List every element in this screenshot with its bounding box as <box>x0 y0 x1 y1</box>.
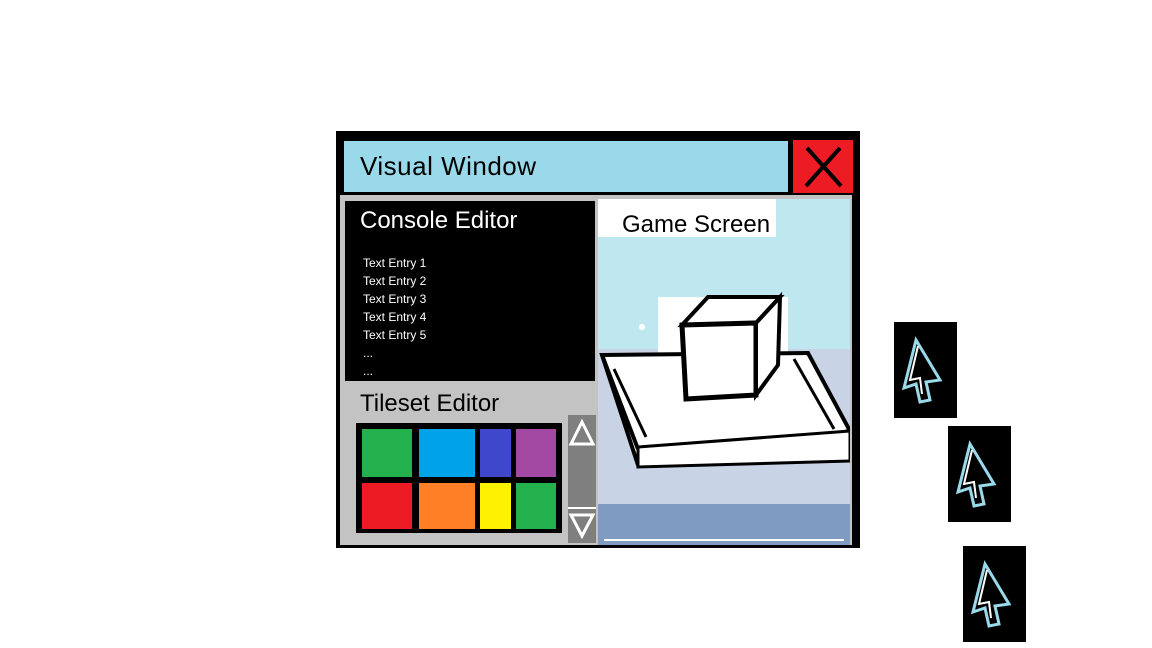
arrow-up-icon <box>568 418 596 446</box>
arrow-down-icon <box>568 507 596 540</box>
tile-swatch[interactable] <box>362 429 412 477</box>
scroll-up-button[interactable] <box>568 417 596 449</box>
scroll-down-button[interactable] <box>568 505 596 540</box>
console-entry[interactable]: Text Entry 3 <box>363 290 426 308</box>
console-entry[interactable]: Text Entry 2 <box>363 272 426 290</box>
tileset-editor-title: Tileset Editor <box>360 390 500 417</box>
tileset-grid <box>356 423 562 533</box>
tile-swatch[interactable] <box>516 429 556 477</box>
close-button[interactable] <box>793 140 853 193</box>
game-screen-title-box: Game Screen <box>598 199 776 238</box>
console-entry[interactable]: Text Entry 1 <box>363 254 426 272</box>
mouse-pointer-icon <box>963 546 1026 642</box>
console-entry-list[interactable]: Text Entry 1 Text Entry 2 Text Entry 3 T… <box>363 254 426 380</box>
tile-swatch[interactable] <box>362 483 412 529</box>
game-screen-panel[interactable]: Game Screen <box>598 199 850 545</box>
tile-swatch[interactable] <box>480 483 511 529</box>
window-title: Visual Window <box>360 151 537 181</box>
tile-swatch[interactable] <box>480 429 511 477</box>
console-entry: ... <box>363 346 374 360</box>
window-body: Console Editor Text Entry 1 Text Entry 2… <box>340 195 852 545</box>
game-screen-title: Game Screen <box>622 211 771 238</box>
console-entry: ... <box>363 364 374 378</box>
tile-swatch[interactable] <box>516 483 556 529</box>
tileset-scrollbar[interactable] <box>568 415 596 543</box>
tile-swatch[interactable] <box>419 483 475 529</box>
visual-window: Visual Window Console Editor Text Entry … <box>336 131 860 548</box>
console-entry[interactable]: Text Entry 4 <box>363 308 426 326</box>
game-viewport[interactable] <box>598 199 850 545</box>
mouse-pointer-icon <box>948 426 1011 522</box>
console-editor-panel: Console Editor Text Entry 1 Text Entry 2… <box>345 201 595 381</box>
console-entry[interactable]: Text Entry 5 <box>363 326 426 344</box>
title-bar[interactable]: Visual Window <box>344 141 788 194</box>
tile-swatch[interactable] <box>419 429 475 477</box>
console-editor-title: Console Editor <box>360 207 518 234</box>
close-x-icon <box>804 146 843 188</box>
mouse-pointer-icon <box>894 322 957 418</box>
